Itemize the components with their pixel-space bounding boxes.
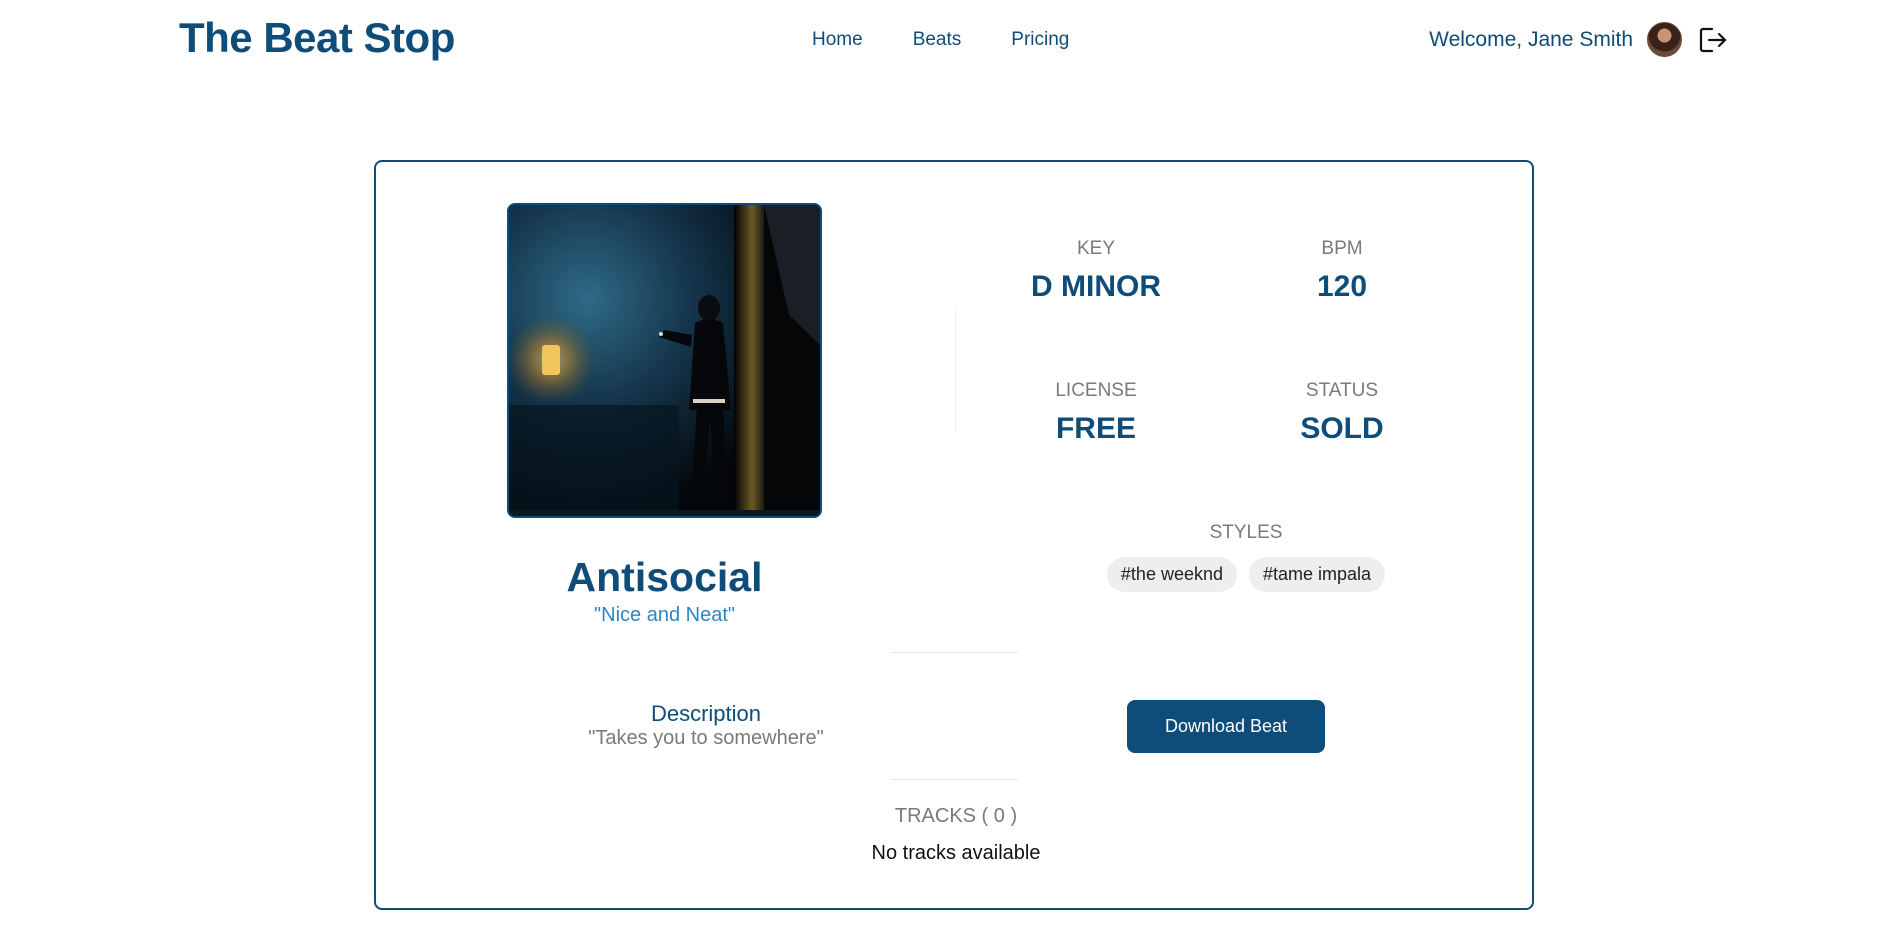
status-value: SOLD xyxy=(1300,412,1384,445)
download-beat-button[interactable]: Download Beat xyxy=(1127,700,1325,753)
nav-beats[interactable]: Beats xyxy=(913,29,962,51)
brand-logo[interactable]: The Beat Stop xyxy=(179,14,455,62)
welcome-text: Welcome, Jane Smith xyxy=(1429,27,1633,51)
description-text: "Takes you to somewhere" xyxy=(588,727,824,749)
horizontal-divider xyxy=(890,652,1018,653)
key-value: D MINOR xyxy=(1031,270,1161,303)
bpm-value: 120 xyxy=(1316,270,1368,303)
license-value: FREE xyxy=(1055,412,1136,445)
nav-pricing[interactable]: Pricing xyxy=(1011,29,1069,51)
logout-icon[interactable] xyxy=(1696,23,1730,57)
style-tags: #the weeknd #tame impala xyxy=(1096,557,1396,592)
page: The Beat Stop Home Beats Pricing Welcome… xyxy=(0,0,1898,935)
top-bar: The Beat Stop Home Beats Pricing Welcome… xyxy=(0,0,1898,84)
beat-card: Antisocial "Nice and Neat" KEY D MINOR B… xyxy=(374,160,1534,910)
license-label: LICENSE xyxy=(1055,380,1137,401)
tracks-empty-message: No tracks available xyxy=(871,842,1041,864)
style-tag[interactable]: #tame impala xyxy=(1249,557,1386,592)
key-label: KEY xyxy=(1076,238,1116,259)
description-title: Description xyxy=(650,701,762,726)
tracks-label: TRACKS ( 0 ) xyxy=(894,805,1018,827)
status-label: STATUS xyxy=(1305,380,1379,401)
avatar[interactable] xyxy=(1647,22,1682,57)
bpm-label: BPM xyxy=(1321,238,1363,259)
style-tag[interactable]: #the weeknd xyxy=(1106,557,1237,592)
main-nav: Home Beats Pricing xyxy=(812,29,1119,51)
cover-art-image xyxy=(507,203,822,518)
user-area: Welcome, Jane Smith xyxy=(1429,22,1730,57)
nav-home[interactable]: Home xyxy=(812,29,863,51)
beat-subtitle: "Nice and Neat" xyxy=(594,604,735,626)
horizontal-divider xyxy=(890,779,1018,780)
styles-label: STYLES xyxy=(1209,522,1283,543)
cover-art-illustration xyxy=(509,205,820,516)
vertical-divider xyxy=(955,307,956,432)
beat-title: Antisocial xyxy=(566,554,763,600)
